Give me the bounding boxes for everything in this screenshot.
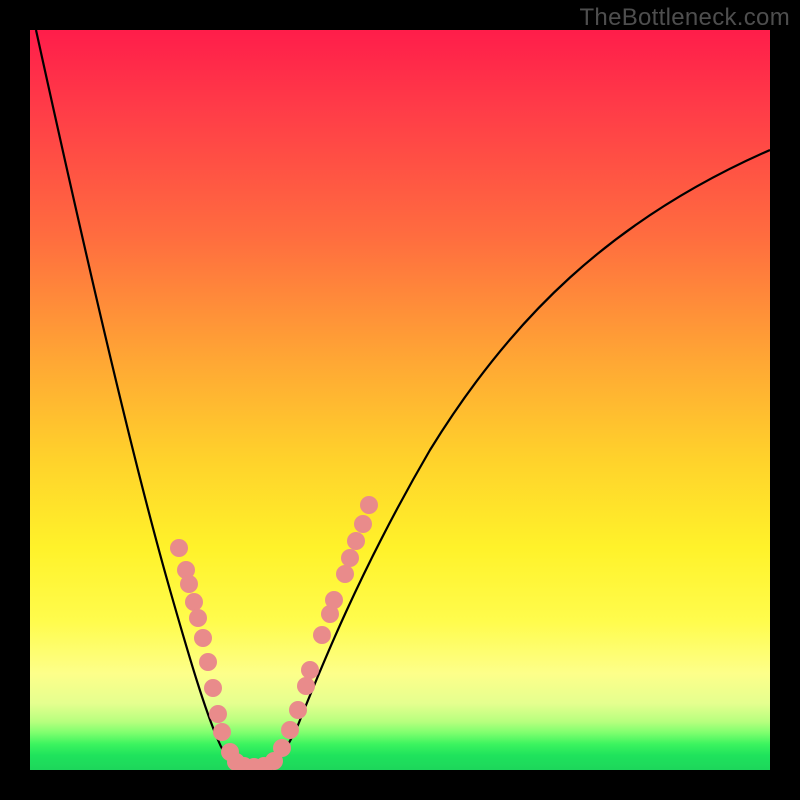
scatter-dot <box>341 549 359 567</box>
scatter-dot <box>325 591 343 609</box>
scatter-dot <box>194 629 212 647</box>
scatter-dot <box>213 723 231 741</box>
scatter-dot <box>180 575 198 593</box>
curve-group <box>36 30 770 766</box>
scatter-dot <box>189 609 207 627</box>
scatter-dot <box>336 565 354 583</box>
scatter-dot <box>347 532 365 550</box>
left-curve <box>36 30 255 766</box>
scatter-dot <box>354 515 372 533</box>
scatter-dot <box>313 626 331 644</box>
scatter-dot <box>170 539 188 557</box>
scatter-dot <box>297 677 315 695</box>
scatter-dot <box>360 496 378 514</box>
scatter-dot <box>281 721 299 739</box>
scatter-dot <box>301 661 319 679</box>
chart-svg <box>30 30 770 770</box>
chart-frame: TheBottleneck.com <box>0 0 800 800</box>
watermark-text: TheBottleneck.com <box>579 4 790 32</box>
scatter-dot <box>273 739 291 757</box>
scatter-dot <box>199 653 217 671</box>
right-curve <box>255 150 770 766</box>
plot-area <box>30 30 770 770</box>
scatter-dot <box>209 705 227 723</box>
scatter-dot <box>185 593 203 611</box>
scatter-dot <box>204 679 222 697</box>
scatter-dot <box>289 701 307 719</box>
scatter-dots <box>170 496 378 770</box>
